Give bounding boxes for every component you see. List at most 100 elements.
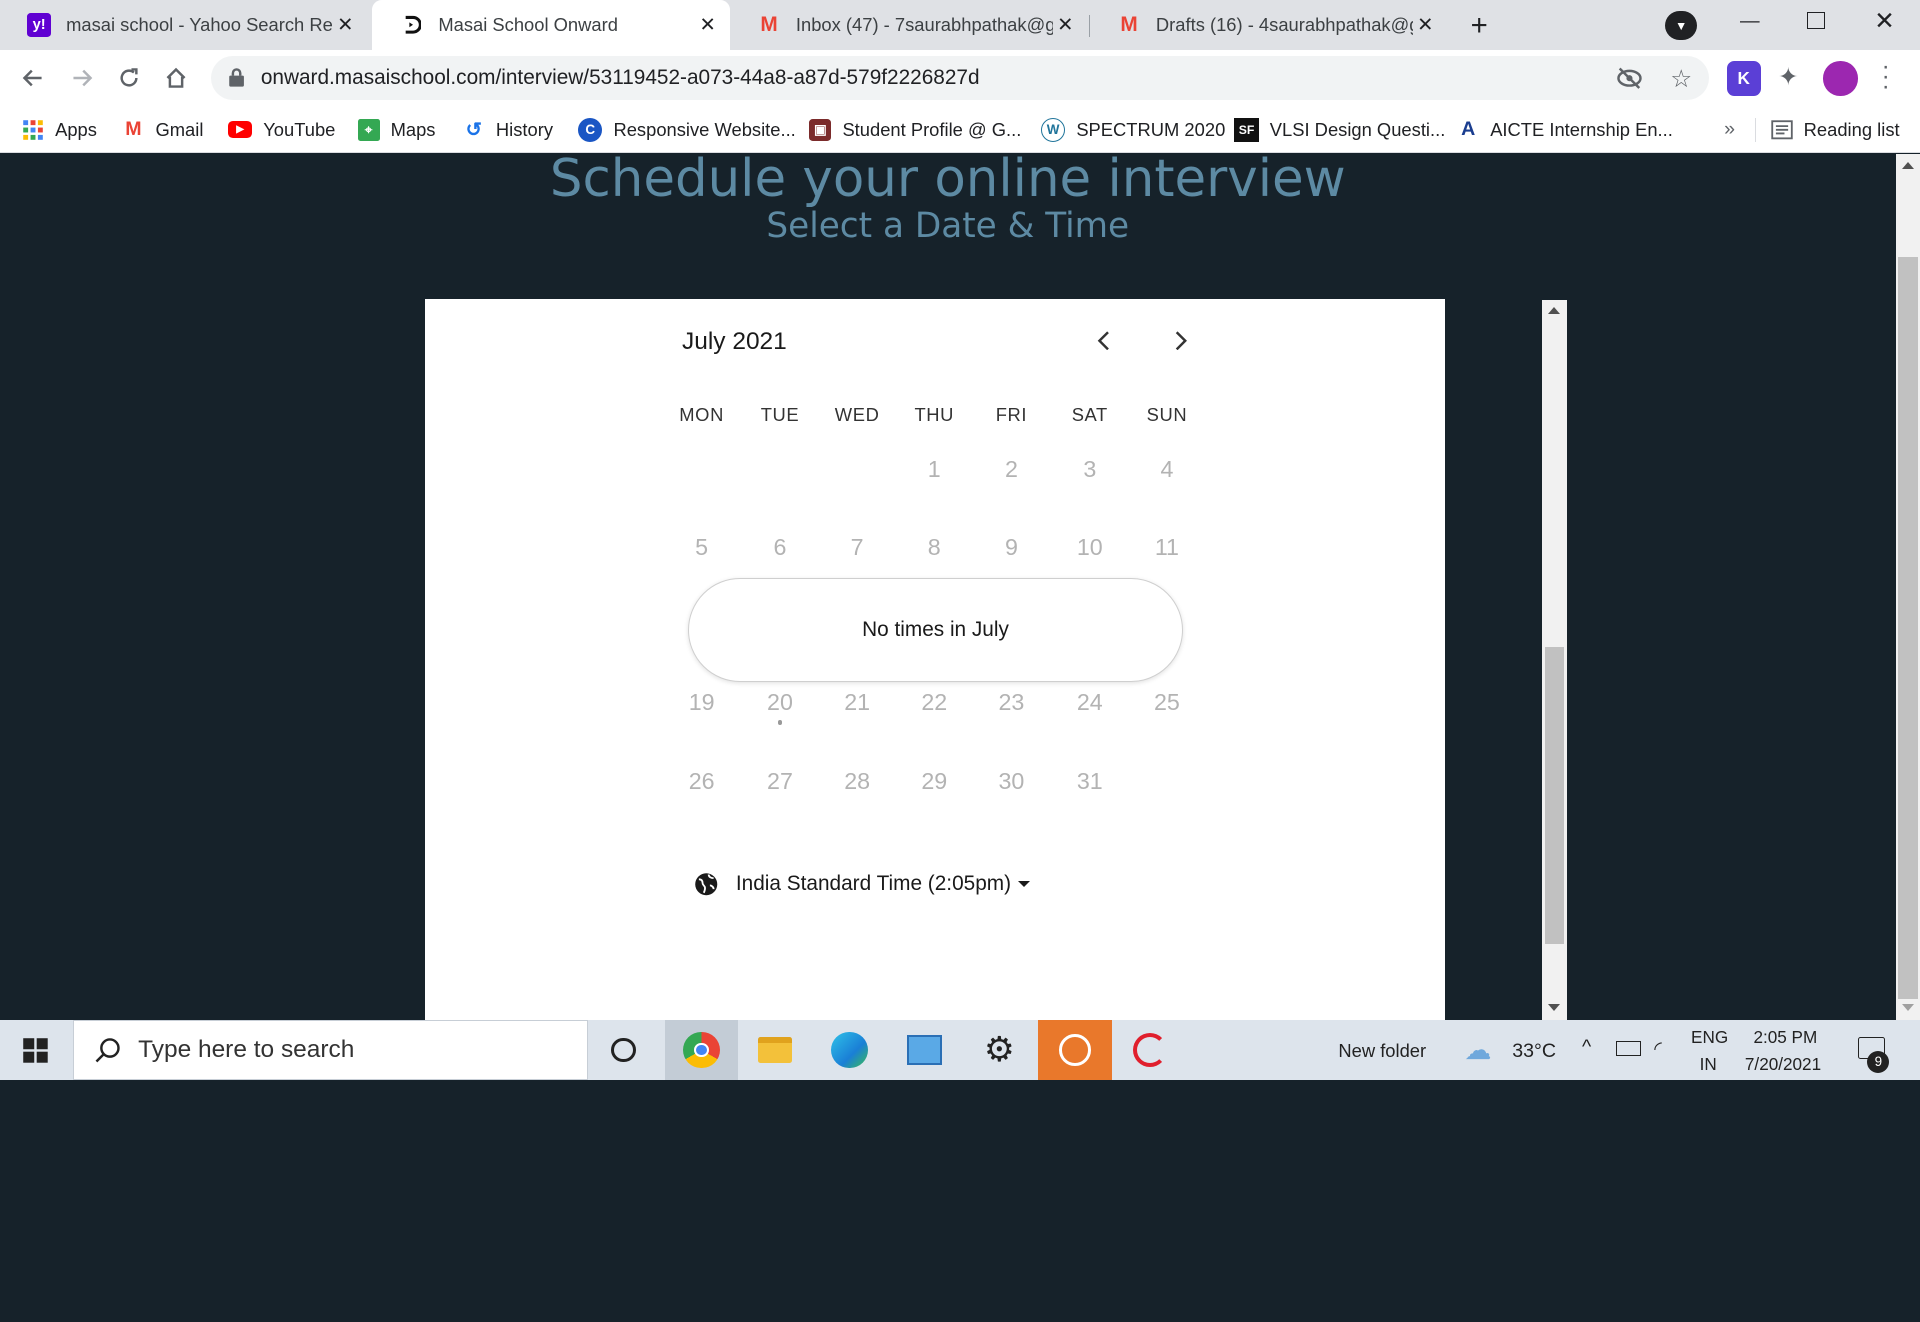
youtube-icon: ▶ (227, 121, 253, 139)
taskbar-settings[interactable]: ⚙ (964, 1020, 1035, 1080)
windows-taskbar: Type here to search ⚙ New folder ☁ 33°C … (0, 1020, 1920, 1080)
bookmark-youtube[interactable]: ▶ YouTube (227, 115, 335, 144)
taskbar-folder-label[interactable]: New folder (1338, 1040, 1426, 1062)
tracking-blocked-icon[interactable] (1616, 66, 1643, 96)
extensions-icon[interactable]: ✦ (1778, 62, 1799, 92)
bookmarks-divider (1754, 117, 1756, 143)
bookmark-label: VLSI Design Questi... (1269, 118, 1446, 140)
bookmark-responsive-website[interactable]: C Responsive Website... (577, 115, 796, 144)
timezone-selector[interactable]: India Standard Time (2:05pm) (694, 872, 1031, 896)
language-top[interactable]: ENG (1691, 1027, 1728, 1048)
weekday-sat: SAT (1071, 404, 1108, 426)
close-icon[interactable]: ✕ (1413, 13, 1437, 37)
caret-down-icon (1018, 881, 1031, 887)
taskbar-chrome[interactable] (664, 1020, 739, 1080)
more-bookmarks-button[interactable]: » (1724, 115, 1735, 144)
clock-time[interactable]: 2:05 PM (1753, 1027, 1817, 1048)
calendar-day: 5 (695, 533, 709, 560)
weather-temperature[interactable]: 33°C (1512, 1040, 1556, 1063)
taskbar-app-red[interactable] (1114, 1020, 1185, 1080)
taskbar-control-panel[interactable] (889, 1020, 960, 1080)
bookmark-maps[interactable]: ⌖ Maps (357, 115, 436, 144)
reading-list-button[interactable]: Reading list (1770, 115, 1900, 144)
maps-icon: ⌖ (357, 118, 380, 141)
weekday-wed: WED (834, 404, 880, 426)
embed-scrollbar-thumb[interactable] (1545, 646, 1564, 945)
language-bottom[interactable]: IN (1700, 1054, 1717, 1075)
calendar-day: 4 (1160, 455, 1174, 482)
bookmark-label: Student Profile @ G... (842, 118, 1022, 140)
bookmark-history[interactable]: ↺ History (463, 115, 553, 144)
kami-extension-icon[interactable]: K (1726, 61, 1761, 96)
tab-search-button[interactable]: ▼ (1665, 11, 1698, 41)
chevron-right-icon (1175, 330, 1188, 350)
tab-gmail-drafts[interactable]: M Drafts (16) - 4saurabhpathak@gm ✕ (1090, 0, 1448, 50)
bookmark-vlsi[interactable]: SF VLSI Design Questi... (1234, 115, 1445, 144)
cortana-icon (611, 1037, 636, 1063)
bookmark-aicte[interactable]: A AICTE Internship En... (1457, 115, 1673, 144)
c-icon: C (577, 117, 603, 143)
tab-masai-onward[interactable]: Masai School Onward ✕ (372, 0, 730, 51)
today-indicator-dot (777, 719, 783, 725)
page-scrollbar-thumb[interactable] (1897, 257, 1918, 1000)
wifi-icon[interactable]: ◜ (1654, 1037, 1662, 1061)
taskbar-edge[interactable] (814, 1020, 885, 1080)
restore-button[interactable] (1807, 12, 1825, 30)
battery-icon[interactable] (1616, 1040, 1641, 1056)
close-icon[interactable]: ✕ (696, 13, 720, 37)
weather-cloud-icon[interactable]: ☁ (1465, 1035, 1492, 1066)
reading-list-label: Reading list (1803, 118, 1900, 140)
taskbar-search-box[interactable]: Type here to search (73, 1020, 588, 1080)
scroll-down-arrow-icon[interactable] (1901, 1004, 1914, 1011)
bookmark-apps[interactable]: Apps (22, 115, 97, 144)
embed-scrollbar[interactable] (1541, 299, 1568, 1020)
calendar-day: 19 (688, 689, 715, 716)
gmail-icon: M (125, 118, 142, 141)
month-label: July 2021 (682, 328, 787, 356)
clock-date[interactable]: 7/20/2021 (1745, 1054, 1821, 1075)
chevron-up-icon[interactable]: ^ (1582, 1036, 1591, 1059)
bookmark-spectrum[interactable]: W SPECTRUM 2020 (1040, 115, 1225, 144)
calendar-day: 24 (1076, 689, 1103, 716)
reading-list-icon (1770, 119, 1793, 141)
menu-kebab-icon[interactable]: · · · (1877, 55, 1894, 99)
reload-button[interactable] (110, 60, 147, 97)
bookmark-gmail[interactable]: M Gmail (122, 115, 203, 144)
back-button[interactable] (15, 60, 52, 97)
bookmark-label: Responsive Website... (613, 118, 796, 140)
calendar-day: 1 (927, 455, 941, 482)
home-button[interactable] (158, 60, 195, 97)
calendar-day: 9 (1004, 533, 1018, 560)
bookmark-student-profile[interactable]: ▣ Student Profile @ G... (809, 115, 1021, 144)
calendar-day-today: 20 (767, 689, 793, 716)
scroll-down-arrow-icon[interactable] (1547, 1004, 1560, 1011)
search-icon (94, 1037, 121, 1064)
address-bar[interactable]: onward.masaischool.com/interview/5311945… (210, 56, 1710, 101)
cortana-button[interactable] (588, 1020, 659, 1080)
page-scrollbar[interactable] (1895, 154, 1920, 1020)
tab-gmail-inbox[interactable]: M Inbox (47) - 7saurabhpathak@gm ✕ (730, 0, 1088, 50)
new-tab-button[interactable]: + (1462, 9, 1496, 43)
start-button[interactable] (0, 1020, 71, 1080)
weekday-mon: MON (679, 404, 724, 426)
windows-logo-icon (23, 1037, 48, 1063)
taskbar-file-explorer[interactable] (740, 1020, 811, 1080)
forward-button[interactable] (64, 60, 101, 97)
previous-month-button[interactable] (1090, 326, 1119, 355)
profile-avatar[interactable] (1823, 61, 1858, 96)
tab-yahoo-search[interactable]: y! masai school - Yahoo Search Resu ✕ (0, 0, 367, 50)
minimize-button[interactable]: — (1736, 10, 1763, 34)
taskbar-app-orange[interactable] (1038, 1020, 1112, 1080)
scroll-up-arrow-icon[interactable] (1547, 307, 1560, 315)
bookmark-star-icon[interactable]: ☆ (1670, 64, 1692, 94)
close-icon[interactable]: ✕ (1053, 13, 1077, 37)
edge-icon (831, 1031, 869, 1069)
arrow-right-icon (73, 70, 93, 87)
close-icon[interactable]: ✕ (333, 13, 357, 37)
page-content: Schedule your online interview Select a … (0, 154, 1896, 1020)
next-month-button[interactable] (1166, 326, 1195, 355)
scroll-up-arrow-icon[interactable] (1901, 161, 1914, 169)
tab-title: Drafts (16) - 4saurabhpathak@gm (1155, 14, 1414, 36)
sf-icon: SF (1234, 117, 1259, 143)
close-window-button[interactable]: ✕ (1871, 6, 1898, 35)
